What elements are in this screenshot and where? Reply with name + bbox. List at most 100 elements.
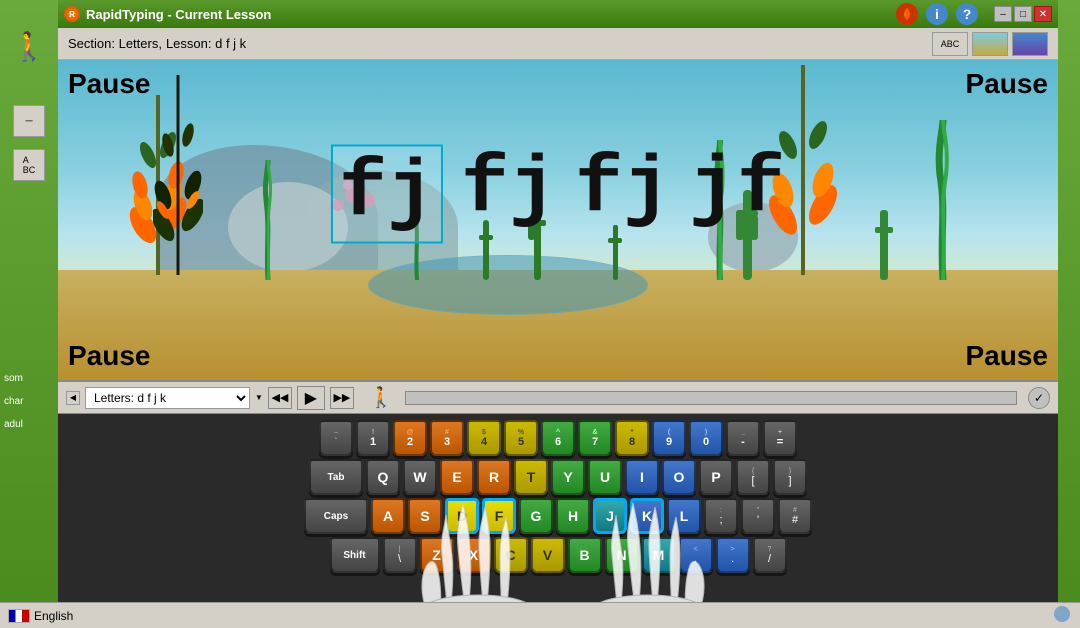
key-lshift[interactable]: Shift bbox=[330, 537, 380, 573]
key-tab[interactable]: Tab bbox=[309, 459, 363, 495]
key-5[interactable]: %5 bbox=[504, 420, 538, 456]
lesson-toolbar: Section: Letters, Lesson: d f j k ABC bbox=[58, 28, 1058, 60]
pause-label-top-right[interactable]: Pause bbox=[966, 68, 1049, 100]
key-bracket-l[interactable]: {[ bbox=[736, 459, 770, 495]
key-m[interactable]: M bbox=[642, 537, 676, 573]
app-icon: R bbox=[64, 6, 80, 22]
maximize-button[interactable]: □ bbox=[1014, 6, 1032, 22]
key-caps[interactable]: Caps bbox=[304, 498, 368, 534]
key-k[interactable]: K bbox=[630, 498, 664, 534]
key-backslash[interactable]: |\ bbox=[383, 537, 417, 573]
key-7[interactable]: &7 bbox=[578, 420, 612, 456]
progress-end-button[interactable]: ✓ bbox=[1028, 387, 1050, 409]
key-dash[interactable]: _- bbox=[726, 420, 760, 456]
section-label: Section: Letters, bbox=[68, 36, 162, 51]
key-n[interactable]: N bbox=[605, 537, 639, 573]
right-panel bbox=[1058, 0, 1080, 628]
key-period[interactable]: >. bbox=[716, 537, 750, 573]
key-a[interactable]: A bbox=[371, 498, 405, 534]
minimize-button[interactable]: – bbox=[994, 6, 1012, 22]
pause-label-top-left[interactable]: Pause bbox=[68, 68, 151, 100]
key-2[interactable]: @2 bbox=[393, 420, 427, 456]
key-s[interactable]: S bbox=[408, 498, 442, 534]
key-row-asdf: Caps A S D F G H J K L :; "' ## bbox=[304, 498, 812, 534]
sidebar-text-adult: adul bbox=[0, 419, 58, 430]
language-flag bbox=[8, 609, 30, 623]
plant-green-4 bbox=[928, 120, 958, 285]
key-backtick[interactable]: ~` bbox=[319, 420, 353, 456]
key-comma[interactable]: <, bbox=[679, 537, 713, 573]
help-icon[interactable]: ? bbox=[956, 3, 978, 25]
key-hash[interactable]: ## bbox=[778, 498, 812, 534]
cactus-5 bbox=[875, 195, 893, 285]
key-l[interactable]: L bbox=[667, 498, 701, 534]
key-f[interactable]: F bbox=[482, 498, 516, 534]
ctrl-icon-small: ◀ bbox=[66, 391, 80, 405]
key-4[interactable]: $4 bbox=[467, 420, 501, 456]
key-3[interactable]: #3 bbox=[430, 420, 464, 456]
key-0[interactable]: )0 bbox=[689, 420, 723, 456]
sidebar-icon-2[interactable]: ABC bbox=[13, 149, 45, 181]
key-1[interactable]: !1 bbox=[356, 420, 390, 456]
key-c[interactable]: C bbox=[494, 537, 528, 573]
word-4: jf bbox=[689, 145, 785, 244]
status-bar: English bbox=[0, 602, 1080, 628]
key-x[interactable]: X bbox=[457, 537, 491, 573]
rewind-button[interactable]: ◀◀ bbox=[268, 387, 292, 409]
key-6[interactable]: ^6 bbox=[541, 420, 575, 456]
progress-bar[interactable] bbox=[405, 391, 1017, 405]
toolbar-right-icons: ABC bbox=[932, 32, 1048, 56]
key-t[interactable]: T bbox=[514, 459, 548, 495]
key-semicolon[interactable]: :; bbox=[704, 498, 738, 534]
toolbar-btn-text[interactable]: ABC bbox=[932, 32, 968, 56]
window-title: RapidTyping - Current Lesson bbox=[86, 7, 890, 22]
key-i[interactable]: I bbox=[625, 459, 659, 495]
status-icon bbox=[1052, 604, 1072, 627]
dropdown-arrow[interactable]: ▼ bbox=[255, 393, 263, 402]
walker-control-icon: 🚶 bbox=[369, 385, 394, 410]
forward-button[interactable]: ▶▶ bbox=[330, 387, 354, 409]
key-g[interactable]: G bbox=[519, 498, 553, 534]
key-8[interactable]: *8 bbox=[615, 420, 649, 456]
play-button[interactable]: ▶ bbox=[297, 386, 325, 410]
close-button[interactable]: ✕ bbox=[1034, 6, 1052, 22]
key-j[interactable]: J bbox=[593, 498, 627, 534]
flame-icon bbox=[896, 3, 918, 25]
key-o[interactable]: O bbox=[662, 459, 696, 495]
key-v[interactable]: V bbox=[531, 537, 565, 573]
key-u[interactable]: U bbox=[588, 459, 622, 495]
toolbar-btn-scene1[interactable] bbox=[972, 32, 1008, 56]
word-2: fj bbox=[461, 145, 557, 244]
key-h[interactable]: H bbox=[556, 498, 590, 534]
lesson-label: Lesson: d f j k bbox=[166, 36, 246, 51]
key-r[interactable]: R bbox=[477, 459, 511, 495]
key-row-numbers: ~` !1 @2 #3 $4 %5 ^6 &7 *8 (9 )0 _- += bbox=[319, 420, 797, 456]
pause-label-bottom-right[interactable]: Pause bbox=[966, 340, 1049, 372]
word-3: fj bbox=[575, 145, 671, 244]
key-d[interactable]: D bbox=[445, 498, 479, 534]
key-quote[interactable]: "' bbox=[741, 498, 775, 534]
lesson-select[interactable]: Letters: d f j k bbox=[85, 387, 250, 409]
key-equals[interactable]: += bbox=[763, 420, 797, 456]
toolbar-btn-scene2[interactable] bbox=[1012, 32, 1048, 56]
key-slash[interactable]: ?/ bbox=[753, 537, 787, 573]
key-y[interactable]: Y bbox=[551, 459, 585, 495]
key-p[interactable]: P bbox=[699, 459, 733, 495]
control-bar: ◀ Letters: d f j k ▼ ◀◀ ▶ ▶▶ 🚶 ✓ bbox=[58, 380, 1058, 414]
word-1: fj bbox=[331, 145, 443, 244]
key-row-qwerty: Tab Q W E R T Y U I O P {[ }] bbox=[309, 459, 807, 495]
info-icon[interactable]: i bbox=[926, 3, 948, 25]
key-9[interactable]: (9 bbox=[652, 420, 686, 456]
pause-label-bottom-left[interactable]: Pause bbox=[68, 340, 151, 372]
key-q[interactable]: Q bbox=[366, 459, 400, 495]
typing-display: fj fj fj jf bbox=[331, 145, 785, 244]
key-b[interactable]: B bbox=[568, 537, 602, 573]
sidebar-icon-1[interactable]: ─ bbox=[13, 105, 45, 137]
key-z[interactable]: Z bbox=[420, 537, 454, 573]
key-w[interactable]: W bbox=[403, 459, 437, 495]
walker-sidebar-icon[interactable]: 🚶 bbox=[12, 30, 47, 63]
key-e[interactable]: E bbox=[440, 459, 474, 495]
key-bracket-r[interactable]: }] bbox=[773, 459, 807, 495]
language-label: English bbox=[34, 609, 73, 623]
keyboard-area: ~` !1 @2 #3 $4 %5 ^6 &7 *8 (9 )0 _- += T… bbox=[58, 414, 1058, 620]
